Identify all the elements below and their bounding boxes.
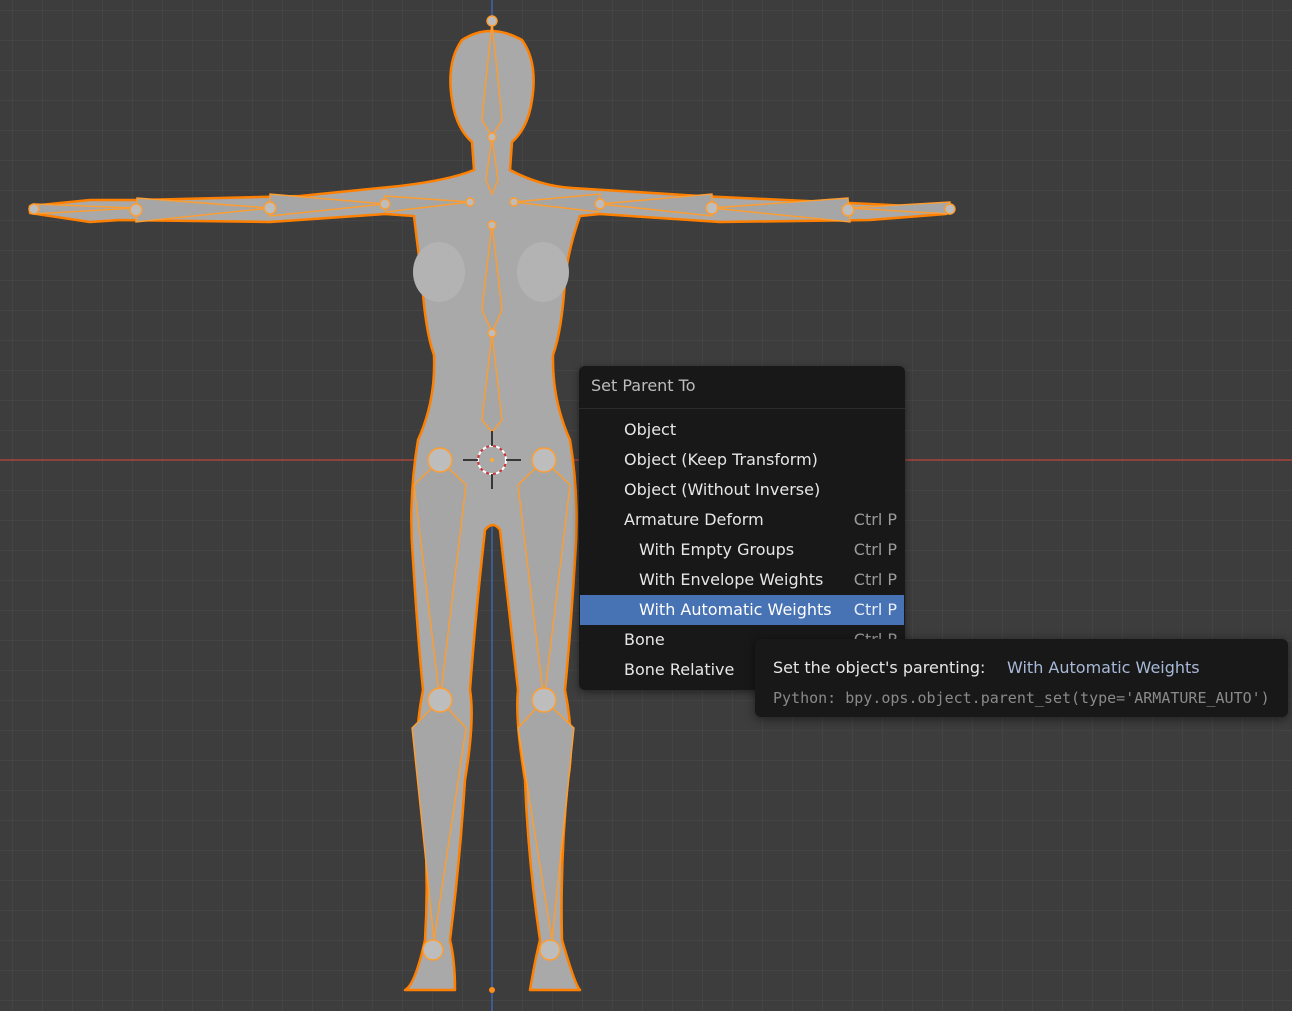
menu-item-label: Object (624, 420, 677, 439)
menu-item-shortcut: Ctrl P (853, 540, 897, 559)
menu-item-object[interactable]: Object (580, 415, 904, 445)
menu-item-object-keep-transform[interactable]: Object (Keep Transform) (580, 445, 904, 475)
menu-item-label: With Envelope Weights (639, 570, 824, 589)
menu-item-label: Bone Relative (624, 660, 735, 679)
tooltip-value: With Automatic Weights (1007, 658, 1200, 677)
menu-item-shortcut: Ctrl P (853, 570, 897, 589)
menu-item-armature-deform[interactable]: Armature Deform Ctrl P (580, 505, 904, 535)
operator-tooltip: Set the object's parenting: With Automat… (755, 639, 1288, 717)
menu-item-shortcut: Ctrl P (853, 510, 897, 529)
menu-item-label: Object (Keep Transform) (624, 450, 818, 469)
menu-title: Set Parent To (591, 376, 696, 395)
tooltip-python: Python: bpy.ops.object.parent_set(type='… (773, 689, 1270, 707)
menu-item-label: Object (Without Inverse) (624, 480, 821, 499)
menu-item-with-empty-groups[interactable]: With Empty Groups Ctrl P (580, 535, 904, 565)
menu-item-object-without-inverse[interactable]: Object (Without Inverse) (580, 475, 904, 505)
menu-item-label: Armature Deform (624, 510, 764, 529)
menu-item-label: With Automatic Weights (639, 600, 832, 619)
object-origin-icon (489, 987, 495, 993)
tooltip-description: Set the object's parenting: (773, 658, 986, 677)
menu-item-label: Bone (624, 630, 665, 649)
menu-item-with-envelope-weights[interactable]: With Envelope Weights Ctrl P (580, 565, 904, 595)
menu-item-label: With Empty Groups (639, 540, 795, 559)
menu-item-with-automatic-weights[interactable]: With Automatic Weights Ctrl P (580, 595, 904, 625)
menu-divider (579, 408, 905, 409)
menu-item-shortcut: Ctrl P (853, 600, 897, 619)
